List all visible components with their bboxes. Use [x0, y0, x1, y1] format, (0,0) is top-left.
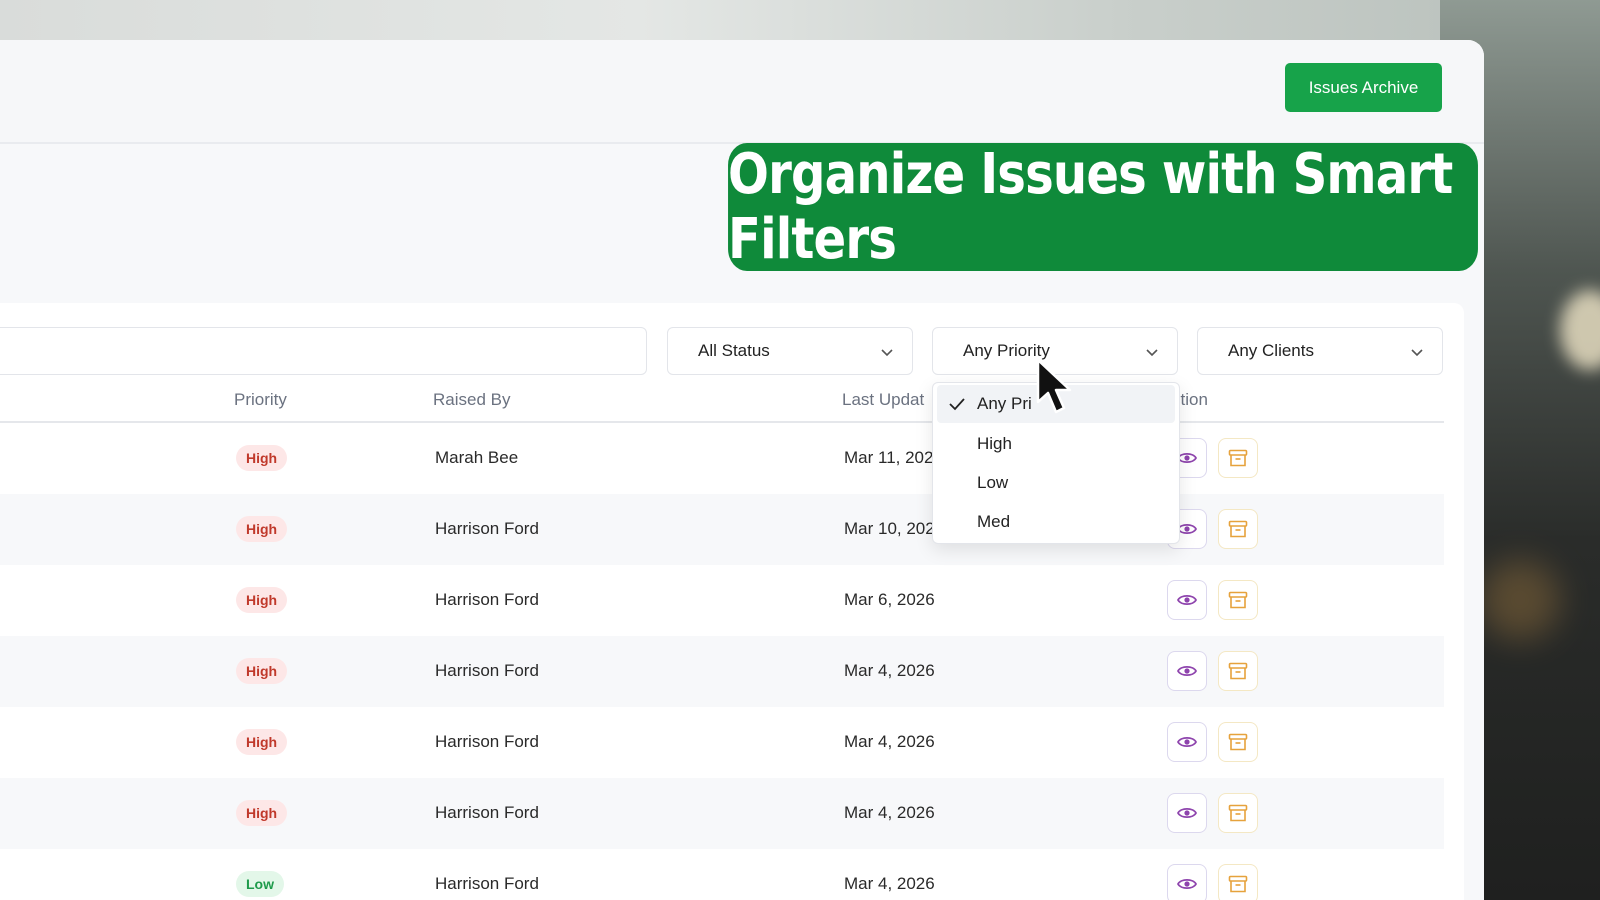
cursor-icon — [1036, 358, 1072, 414]
archive-box-icon — [1228, 662, 1248, 680]
priority-badge: High — [236, 445, 288, 471]
eye-icon — [1177, 523, 1197, 535]
chevron-down-icon — [1146, 349, 1158, 357]
clients-filter-value: Any Clients — [1228, 341, 1314, 360]
archive-box-icon — [1228, 520, 1248, 538]
archive-issue-button[interactable] — [1218, 864, 1258, 900]
eye-icon — [1177, 878, 1197, 890]
table-row[interactable]: High Harrison Ford Mar 6, 2026 — [0, 565, 1444, 636]
search-input[interactable] — [0, 327, 647, 375]
last-updated-cell: Mar 11, 202 — [844, 448, 934, 467]
last-updated-cell: Mar 4, 2026 — [844, 803, 935, 822]
clients-filter-select[interactable]: Any Clients — [1197, 327, 1443, 375]
table-row[interactable]: High Marah Bee Mar 11, 202 — [0, 423, 1444, 494]
chevron-down-icon — [1411, 349, 1423, 357]
priority-badge: High — [236, 587, 288, 613]
archive-issue-button[interactable] — [1218, 438, 1258, 478]
promo-banner-text: Organize Issues with Smart Filters — [728, 142, 1453, 272]
priority-option-high[interactable]: High — [937, 425, 1175, 463]
background-light — [1560, 290, 1600, 370]
archive-issue-button[interactable] — [1218, 722, 1258, 762]
archive-issue-button[interactable] — [1218, 793, 1258, 833]
raised-by-cell: Harrison Ford — [435, 732, 539, 751]
archive-box-icon — [1228, 804, 1248, 822]
top-bar: Issues Archive — [0, 40, 1484, 144]
eye-icon — [1177, 665, 1197, 677]
priority-option-low[interactable]: Low — [937, 464, 1175, 502]
chevron-down-icon — [881, 349, 893, 357]
table-row[interactable]: High Harrison Ford Mar 4, 2026 — [0, 707, 1444, 778]
last-updated-cell: Mar 4, 2026 — [844, 732, 935, 751]
last-updated-cell: Mar 10, 202 — [844, 519, 935, 538]
raised-by-cell: Harrison Ford — [435, 519, 539, 538]
status-filter-value: All Status — [698, 341, 770, 360]
priority-option-label: Low — [977, 473, 1009, 492]
raised-by-cell: Harrison Ford — [435, 661, 539, 680]
promo-banner: Organize Issues with Smart Filters — [728, 142, 1478, 272]
priority-badge: Low — [236, 871, 284, 897]
table-row[interactable]: High Harrison Ford Mar 4, 2026 — [0, 636, 1444, 707]
last-updated-cell: Mar 6, 2026 — [844, 590, 935, 609]
archive-box-icon — [1228, 591, 1248, 609]
eye-icon — [1177, 452, 1197, 464]
archive-box-icon — [1228, 733, 1248, 751]
column-header-raised-by[interactable]: Raised By — [433, 390, 510, 410]
priority-badge: High — [236, 658, 288, 684]
last-updated-cell: Mar 4, 2026 — [844, 661, 935, 680]
view-issue-button[interactable] — [1167, 580, 1207, 620]
table-row[interactable]: High Harrison Ford Mar 4, 2026 — [0, 778, 1444, 849]
raised-by-cell: Marah Bee — [435, 448, 519, 467]
priority-badge: High — [236, 516, 288, 542]
table-row[interactable]: Low Harrison Ford Mar 4, 2026 — [0, 849, 1444, 900]
archive-box-icon — [1228, 875, 1248, 893]
table-row[interactable]: High Harrison Ford Mar 10, 202 — [0, 494, 1444, 565]
check-icon — [949, 398, 965, 411]
issues-archive-button[interactable]: Issues Archive — [1285, 63, 1442, 112]
priority-option-label: Any Pri — [977, 394, 1032, 413]
archive-issue-button[interactable] — [1218, 651, 1258, 691]
archive-issue-button[interactable] — [1218, 580, 1258, 620]
issues-table-body: High Marah Bee Mar 11, 202 High Harrison For… — [0, 423, 1444, 900]
priority-badge: High — [236, 729, 288, 755]
eye-icon — [1177, 807, 1197, 819]
column-header-last-updated[interactable]: Last Updat — [842, 390, 924, 410]
column-header-priority[interactable]: Priority — [234, 390, 287, 410]
priority-option-med[interactable]: Med — [937, 503, 1175, 541]
last-updated-cell: Mar 4, 2026 — [844, 874, 935, 893]
eye-icon — [1177, 594, 1197, 606]
priority-option-label: High — [977, 434, 1012, 453]
view-issue-button[interactable] — [1167, 793, 1207, 833]
eye-icon — [1177, 736, 1197, 748]
raised-by-cell: Harrison Ford — [435, 590, 539, 609]
archive-issue-button[interactable] — [1218, 509, 1258, 549]
view-issue-button[interactable] — [1167, 722, 1207, 762]
archive-box-icon — [1228, 449, 1248, 467]
issues-panel: All Status Any Priority Any Clients Prio… — [0, 303, 1464, 900]
priority-badge: High — [236, 800, 288, 826]
status-filter-select[interactable]: All Status — [667, 327, 913, 375]
priority-option-label: Med — [977, 512, 1011, 531]
background-warm-light — [1480, 560, 1560, 640]
view-issue-button[interactable] — [1167, 651, 1207, 691]
raised-by-cell: Harrison Ford — [435, 803, 539, 822]
view-issue-button[interactable] — [1167, 864, 1207, 900]
raised-by-cell: Harrison Ford — [435, 874, 539, 893]
